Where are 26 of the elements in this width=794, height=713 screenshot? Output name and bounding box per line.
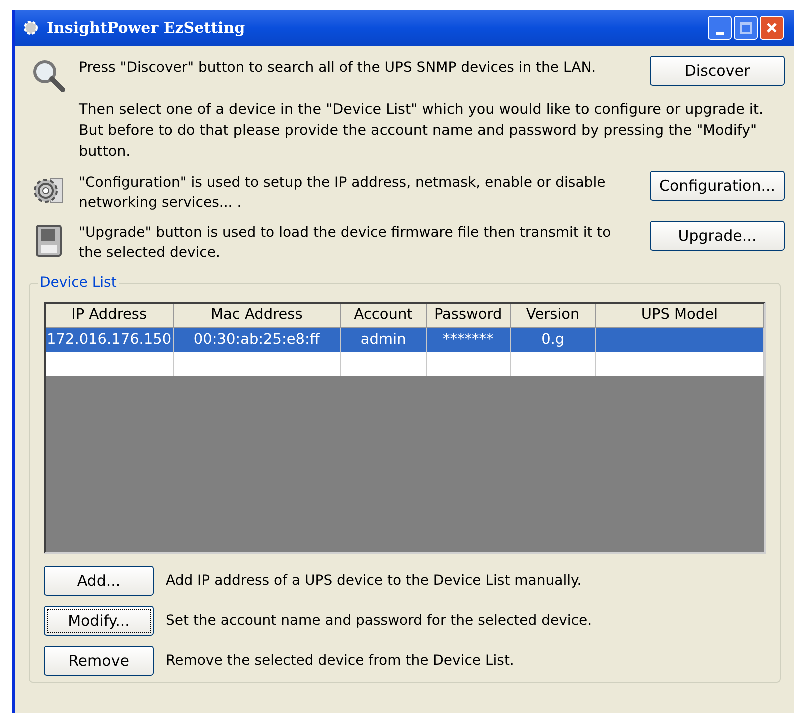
action-button[interactable]: Remove xyxy=(44,646,154,676)
column-header[interactable]: Mac Address xyxy=(174,304,342,328)
magnifier-icon xyxy=(31,58,67,94)
minimize-button[interactable] xyxy=(708,16,732,40)
description-text: Then select one of a device in the "Device List" which you would like to configure or upgrade it. But before to do that please provide the account name and password by pressing the "Modify" button. xyxy=(79,101,765,162)
description-text: Remove the selected device from the Device List. xyxy=(166,652,514,670)
action-button[interactable]: Upgrade... xyxy=(650,221,785,251)
action-button[interactable]: Discover xyxy=(650,56,785,86)
gear-icon xyxy=(23,20,39,36)
action-button[interactable]: Add... xyxy=(44,566,154,596)
column-header[interactable]: Version xyxy=(510,304,596,328)
action-button[interactable]: Configuration... xyxy=(650,171,785,201)
action-button[interactable]: Modify... xyxy=(44,606,154,636)
column-header[interactable]: Password xyxy=(426,304,511,328)
window-title: InsightPower EzSetting xyxy=(47,18,246,39)
description-text: Press "Discover" button to search all of the UPS SNMP devices in the LAN. xyxy=(79,59,598,78)
column-header[interactable]: Account xyxy=(341,304,427,328)
column-header[interactable]: UPS Model xyxy=(596,304,764,328)
maximize-button[interactable] xyxy=(734,16,758,40)
description-text: Add IP address of a UPS device to the Device List manually. xyxy=(166,572,582,590)
close-icon xyxy=(766,22,778,34)
description-text: "Configuration" is used to setup the IP address, netmask, enable or disable networking services... . xyxy=(79,174,607,213)
description-text: "Upgrade" button is used to load the device firmware file then transmit it to the selected device. xyxy=(79,224,612,263)
description-text: Set the account name and password for the selected device. xyxy=(166,612,592,630)
close-button[interactable] xyxy=(760,16,784,40)
column-header[interactable]: IP Address xyxy=(46,304,174,328)
